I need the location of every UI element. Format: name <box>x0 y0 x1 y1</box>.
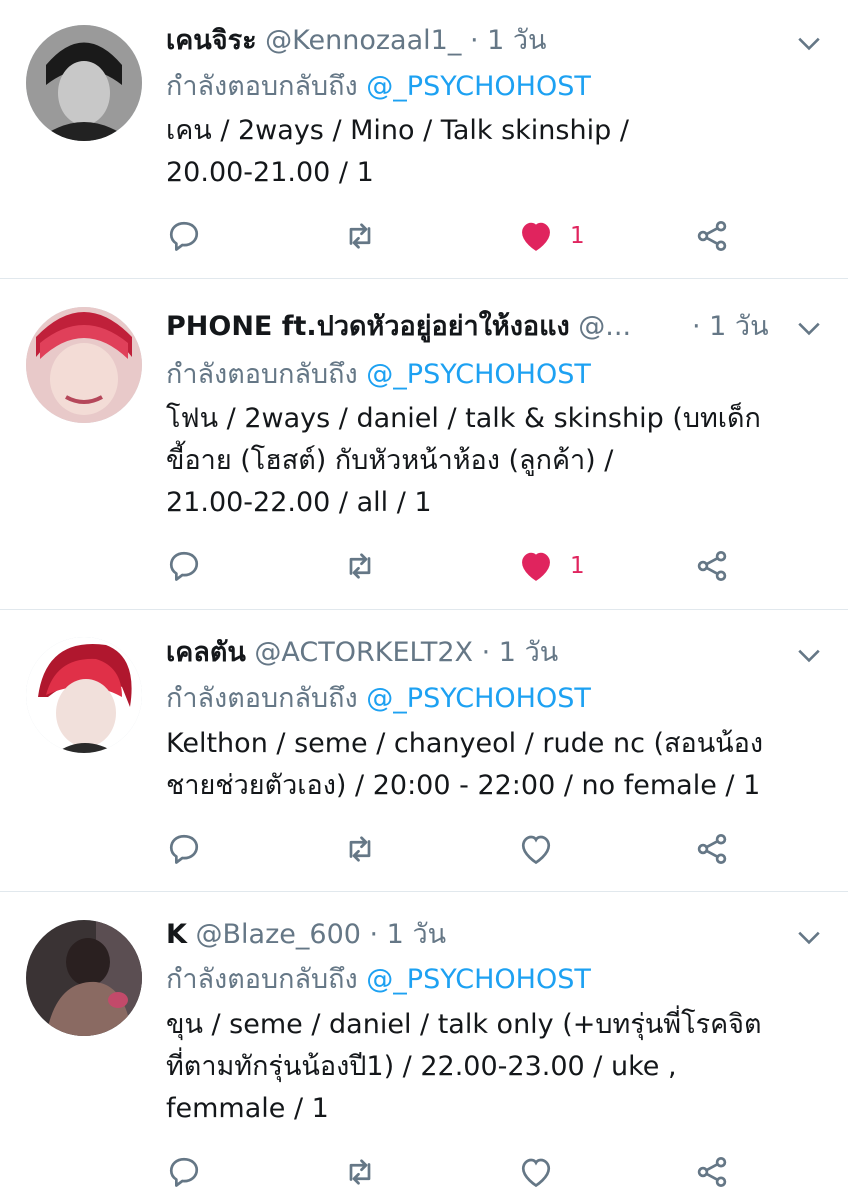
tweet-text-line: 20.00-21.00 / 1 <box>166 157 374 188</box>
tweet-text: เคน / 2ways / Mino / Talk skinship / 20.… <box>166 110 822 194</box>
user-handle[interactable]: @... <box>578 311 631 342</box>
tweet-1[interactable]: เคนจิระ @Kennozaal1_ · 1 วัน กำลังตอบกลั… <box>0 0 848 278</box>
avatar[interactable] <box>26 920 142 1036</box>
tweet-header: เคลตัน @ACTORKELT2X · 1 วัน <box>166 636 778 670</box>
avatar[interactable] <box>26 637 142 753</box>
reply-button[interactable] <box>166 546 202 586</box>
replying-to: กำลังตอบกลับถึง @_PSYCHOHOST <box>166 358 591 392</box>
reply-mention-link[interactable]: @_PSYCHOHOST <box>366 71 591 102</box>
like-icon <box>521 1158 551 1188</box>
tweet-text: Kelthon / seme / chanyeol / rude nc (สอน… <box>166 723 828 807</box>
chevron-down-icon[interactable] <box>796 30 822 56</box>
reply-icon <box>169 551 199 581</box>
reply-prefix: กำลังตอบกลับถึง <box>166 359 358 390</box>
share-button[interactable] <box>694 216 730 256</box>
reply-button[interactable] <box>166 829 202 869</box>
tweet-actions <box>0 1152 848 1192</box>
reply-icon <box>169 221 199 251</box>
reply-icon <box>169 834 199 864</box>
tweet-text-line: Kelthon / seme / chanyeol / rude nc (สอน… <box>166 728 764 759</box>
like-button[interactable] <box>518 829 554 869</box>
reply-button[interactable] <box>166 216 202 256</box>
like-button[interactable] <box>518 1152 554 1192</box>
replying-to: กำลังตอบกลับถึง @_PSYCHOHOST <box>166 682 591 716</box>
timestamp[interactable]: · 1 วัน <box>692 311 769 342</box>
user-handle[interactable]: @Kennozaal1_ <box>265 25 461 56</box>
tweet-3[interactable]: เคลตัน @ACTORKELT2X · 1 วัน กำลังตอบกลับ… <box>0 610 848 891</box>
tweet-timestamp: · 1 วัน <box>692 310 778 344</box>
tweet-header: เคนจิระ @Kennozaal1_ · 1 วัน <box>166 24 778 58</box>
user-handle[interactable]: @ACTORKELT2X <box>254 637 473 668</box>
display-name[interactable]: เคนจิระ <box>166 25 257 56</box>
reply-mention-link[interactable]: @_PSYCHOHOST <box>366 683 591 714</box>
share-icon <box>697 221 727 251</box>
retweet-button[interactable] <box>342 546 378 586</box>
retweet-icon <box>349 553 371 579</box>
tweet-text-line: ขุน / seme / daniel / talk only (+บทรุ่น… <box>166 1009 762 1040</box>
like-count: 1 <box>570 223 585 249</box>
reply-mention-link[interactable]: @_PSYCHOHOST <box>366 359 591 390</box>
replying-to: กำลังตอบกลับถึง @_PSYCHOHOST <box>166 963 591 997</box>
tweet-text-line: เคน / 2ways / Mino / Talk skinship / <box>166 115 629 146</box>
reply-prefix: กำลังตอบกลับถึง <box>166 964 358 995</box>
reply-prefix: กำลังตอบกลับถึง <box>166 683 358 714</box>
like-button[interactable]: 1 <box>518 546 585 586</box>
like-button[interactable]: 1 <box>518 216 585 256</box>
like-icon <box>521 835 551 865</box>
display-name[interactable]: K <box>166 919 187 950</box>
tweet-actions: 1 <box>0 546 848 586</box>
retweet-icon <box>349 1159 371 1185</box>
reply-button[interactable] <box>166 1152 202 1192</box>
reply-mention-link[interactable]: @_PSYCHOHOST <box>366 964 591 995</box>
replying-to: กำลังตอบกลับถึง @_PSYCHOHOST <box>166 70 591 104</box>
tweet-2[interactable]: PHONE ft.ปวดหัวอยู่อย่าให้งอแง @... · 1 … <box>0 279 848 609</box>
display-name[interactable]: PHONE ft.ปวดหัวอยู่อย่าให้งอแง <box>166 311 570 342</box>
tweet-text-line: ที่ตามทักรุ่นน้องปี1) / 22.00-23.00 / uk… <box>166 1051 677 1082</box>
reply-prefix: กำลังตอบกลับถึง <box>166 71 358 102</box>
tweet-actions <box>0 829 848 869</box>
share-icon <box>697 834 727 864</box>
tweet-text: ขุน / seme / daniel / talk only (+บทรุ่น… <box>166 1004 822 1130</box>
user-handle[interactable]: @Blaze_600 <box>196 919 361 950</box>
timestamp[interactable]: · 1 วัน <box>370 919 447 950</box>
share-button[interactable] <box>694 1152 730 1192</box>
tweet-text-line: femmale / 1 <box>166 1093 329 1124</box>
tweet-text-line: 21.00-22.00 / all / 1 <box>166 487 432 518</box>
display-name[interactable]: เคลตัน <box>166 637 246 668</box>
retweet-button[interactable] <box>342 1152 378 1192</box>
tweet-header: PHONE ft.ปวดหัวอยู่อย่าให้งอแง @... <box>166 310 698 344</box>
chevron-down-icon[interactable] <box>796 642 822 668</box>
timestamp[interactable]: · 1 วัน <box>470 25 547 56</box>
share-icon <box>697 551 727 581</box>
tweet-text-line: ชายช่วยตัวเอง) / 20:00 - 22:00 / no fema… <box>166 770 761 801</box>
chevron-down-icon[interactable] <box>796 315 822 341</box>
avatar[interactable] <box>26 307 142 423</box>
tweet-text: โฟน / 2ways / daniel / talk & skinship (… <box>166 398 822 524</box>
tweet-header: K @Blaze_600 · 1 วัน <box>166 918 778 952</box>
retweet-button[interactable] <box>342 216 378 256</box>
retweet-icon <box>349 836 371 862</box>
tweet-4[interactable]: K @Blaze_600 · 1 วัน กำลังตอบกลับถึง @_P… <box>0 892 848 1200</box>
like-icon <box>522 222 550 251</box>
tweet-text-line: โฟน / 2ways / daniel / talk & skinship (… <box>166 403 761 434</box>
like-count: 1 <box>570 553 585 579</box>
share-icon <box>697 1157 727 1187</box>
chevron-down-icon[interactable] <box>796 924 822 950</box>
tweet-actions: 1 <box>0 216 848 256</box>
share-button[interactable] <box>694 829 730 869</box>
tweet-text-line: ขี้อาย (โฮสต์) กับหัวหน้าห้อง (ลูกค้า) / <box>166 445 614 476</box>
reply-icon <box>169 1157 199 1187</box>
avatar[interactable] <box>26 25 142 141</box>
retweet-button[interactable] <box>342 829 378 869</box>
timestamp[interactable]: · 1 วัน <box>482 637 559 668</box>
like-icon <box>522 552 550 581</box>
share-button[interactable] <box>694 546 730 586</box>
retweet-icon <box>349 223 371 249</box>
